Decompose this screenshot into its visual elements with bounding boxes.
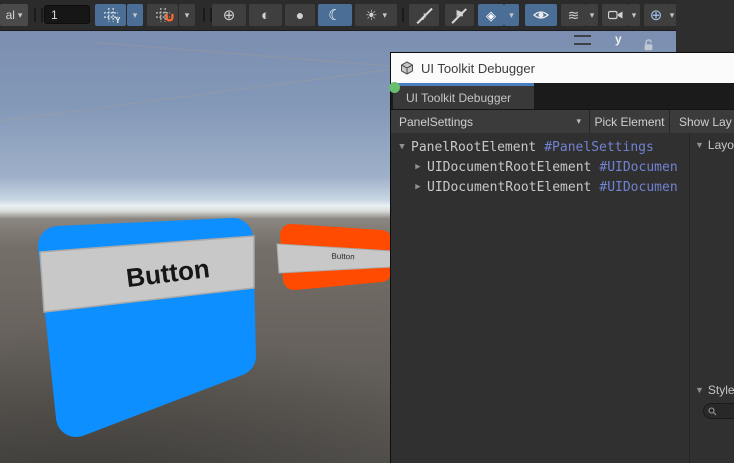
style-search-input[interactable] xyxy=(703,403,734,419)
status-dot xyxy=(389,82,400,93)
foldout-collapsed-icon[interactable]: ▶ xyxy=(411,162,425,172)
grid-icon: Y xyxy=(104,8,118,22)
pick-element-button[interactable]: Pick Element xyxy=(590,110,670,133)
toolbar-drag-handle[interactable] xyxy=(34,8,43,22)
layout-foldout[interactable]: ▼ Layout xyxy=(695,138,734,152)
tab-strip: UI Toolkit Debugger xyxy=(391,83,734,109)
scene-lighting-toggle[interactable]: ☾ xyxy=(318,4,352,26)
gizmos-dropdown[interactable]: ▾ xyxy=(668,4,676,26)
increment-snap-dropdown[interactable]: ▾ xyxy=(179,4,195,26)
increment-snap-toggle[interactable] xyxy=(147,4,178,26)
layout-foldout-label: Layout xyxy=(708,138,734,152)
editor-background xyxy=(676,0,734,54)
pivot-label: al xyxy=(6,8,15,22)
ui-toolkit-debugger-window: UI Toolkit Debugger UI Toolkit Debugger … xyxy=(390,52,734,463)
chevron-down-icon: ▾ xyxy=(590,10,595,21)
foldout-expanded-icon: ▼ xyxy=(695,385,704,395)
tree-row[interactable]: ▼ PanelRootElement #PanelSettings xyxy=(391,137,689,157)
tree-row[interactable]: ▶ UIDocumentRootElement #UIDocumen xyxy=(391,177,689,197)
grid-axis-label: Y xyxy=(115,16,120,25)
tree-row[interactable]: ▶ UIDocumentRootElement #UIDocumen xyxy=(391,157,689,177)
window-title-bar[interactable]: UI Toolkit Debugger xyxy=(391,53,734,83)
effects-layers-icon: ◈ xyxy=(486,9,496,22)
element-name: UIDocumentRootElement xyxy=(427,180,591,195)
camera-dropdown[interactable]: ▾ xyxy=(628,4,640,26)
light-settings-dropdown[interactable]: ☀ ▾ xyxy=(355,4,397,26)
styles-foldout-label: Styles xyxy=(708,383,734,397)
element-name: UIDocumentRootElement xyxy=(427,160,591,175)
stacked-layers-icon: ≋ xyxy=(568,8,580,22)
element-id: #PanelSettings xyxy=(544,140,654,155)
debugger-content: ▼ PanelRootElement #PanelSettings ▶ UIDo… xyxy=(391,133,734,463)
show-layout-button[interactable]: Show Lay xyxy=(670,110,734,133)
panel-dropdown-label: PanelSettings xyxy=(399,115,473,129)
grid-snap-dropdown[interactable]: ▾ xyxy=(127,4,143,26)
element-name: PanelRootElement xyxy=(411,140,536,155)
audio-muted-icon: ♪ xyxy=(409,4,439,26)
debugger-toolbar: PanelSettings ▾ Pick Element Show Lay xyxy=(391,109,734,133)
eye-icon xyxy=(533,9,549,21)
window-title: UI Toolkit Debugger xyxy=(421,61,535,76)
blue-button-panel[interactable]: Button xyxy=(40,236,254,417)
effects-toggle[interactable]: ◈ xyxy=(478,4,504,26)
tab-label: UI Toolkit Debugger xyxy=(406,91,511,105)
sun-icon: ☀ xyxy=(365,8,378,22)
chevron-down-icon: ▾ xyxy=(185,10,190,21)
grid-size-field[interactable] xyxy=(44,5,90,24)
element-id: #UIDocumen xyxy=(599,160,677,175)
overlay-drag-handle[interactable] xyxy=(574,35,591,45)
element-id: #UIDocumen xyxy=(599,180,677,195)
scene-effects-off-toggle[interactable]: ⚑ xyxy=(445,4,474,26)
shading-shaded-button[interactable]: ● xyxy=(285,4,315,26)
pivot-dropdown[interactable]: al ▾ xyxy=(0,4,28,26)
crescent-icon: ☾ xyxy=(328,8,341,23)
foldout-expanded-icon[interactable]: ▼ xyxy=(395,142,409,152)
cube-icon xyxy=(400,61,414,75)
element-hierarchy-tree: ▼ PanelRootElement #PanelSettings ▶ UIDo… xyxy=(391,133,689,463)
gizmo-sphere-icon: ⊕ xyxy=(650,8,663,23)
chevron-down-icon: ▾ xyxy=(383,10,388,21)
chevron-down-icon: ▾ xyxy=(670,10,675,21)
styles-foldout[interactable]: ▼ Styles xyxy=(695,383,734,397)
camera-icon xyxy=(608,10,623,20)
layers-button[interactable]: ≋ xyxy=(561,4,586,26)
effects-dropdown[interactable]: ▾ xyxy=(504,4,519,26)
chevron-down-icon: ▾ xyxy=(509,10,514,21)
chevron-down-icon: ▾ xyxy=(632,10,637,21)
scene-toolbar: al ▾ Y ▾ ▾ xyxy=(0,0,676,31)
foldout-expanded-icon: ▼ xyxy=(695,140,704,150)
scene-visibility-toggle[interactable] xyxy=(525,4,557,26)
shading-shaded-wire-button[interactable]: ◐ xyxy=(249,4,282,26)
unity-editor: al ▾ Y ▾ ▾ xyxy=(0,0,734,463)
flag-off-icon: ⚑ xyxy=(445,4,474,26)
scene-audio-toggle[interactable]: ♪ xyxy=(409,4,439,26)
tab-ui-toolkit-debugger[interactable]: UI Toolkit Debugger xyxy=(393,83,534,109)
solid-sphere-icon: ● xyxy=(296,8,304,22)
axis-gizmo-y-label[interactable]: y xyxy=(615,32,622,46)
gizmos-button[interactable]: ⊕ xyxy=(644,4,668,26)
chevron-down-icon: ▾ xyxy=(18,10,23,21)
toolbar-drag-handle[interactable] xyxy=(203,8,212,22)
snap-magnet-icon xyxy=(156,8,170,22)
panel-settings-dropdown[interactable]: PanelSettings ▾ xyxy=(391,110,590,133)
half-sphere-icon: ◐ xyxy=(261,8,270,23)
chevron-down-icon: ▾ xyxy=(576,116,581,127)
orange-button-label: Button xyxy=(331,252,354,262)
wireframe-sphere-icon: ⊕ xyxy=(223,8,236,23)
inspector-panel: ▼ Layout ▼ Styles xyxy=(689,133,734,463)
orange-button-panel[interactable]: Button xyxy=(277,235,392,279)
shading-wireframe-button[interactable]: ⊕ xyxy=(212,4,246,26)
layers-dropdown[interactable]: ▾ xyxy=(586,4,598,26)
search-icon xyxy=(708,407,717,416)
grid-snap-toggle[interactable]: Y xyxy=(95,4,126,26)
foldout-collapsed-icon[interactable]: ▶ xyxy=(411,182,425,192)
camera-overlay-button[interactable] xyxy=(602,4,628,26)
chevron-down-icon: ▾ xyxy=(133,10,138,21)
